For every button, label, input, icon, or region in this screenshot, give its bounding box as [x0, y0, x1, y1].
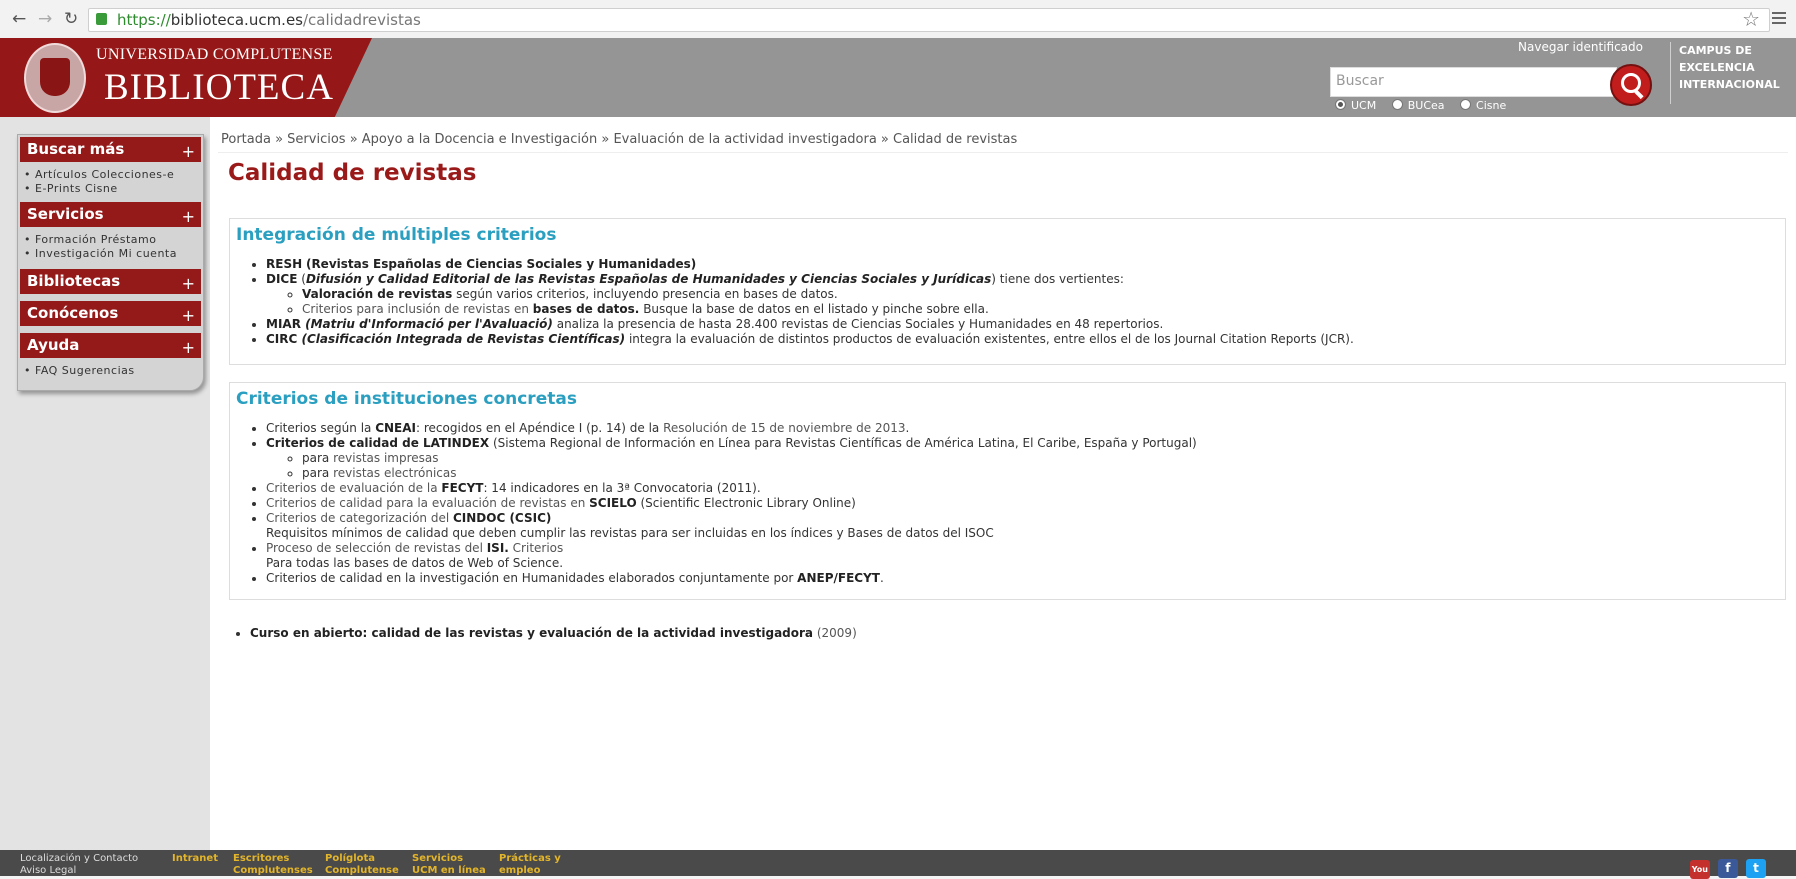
radio-ucm[interactable]: UCM [1335, 99, 1376, 112]
expand-plus-icon[interactable]: + [182, 204, 195, 229]
breadcrumb[interactable]: Portada » Servicios » Apoyo a la Docenci… [221, 132, 1017, 147]
latindex-link[interactable]: LATINDEX [423, 436, 489, 450]
isi-link[interactable]: Proceso de selección de revistas del [266, 541, 487, 555]
escritores-link[interactable]: Escritores Complutenses [233, 853, 313, 877]
criteria-box-multiple: Integración de múltiples criterios RESH … [229, 218, 1786, 365]
radio-bucea[interactable]: BUCea [1391, 99, 1445, 112]
page-title: Calidad de revistas [228, 160, 477, 186]
main-content: Portada » Servicios » Apoyo a la Docenci… [210, 117, 1796, 850]
sidebar-menu: Buscar más + • Artículos Colecciones-e • … [17, 134, 204, 391]
expand-plus-icon[interactable]: + [182, 271, 195, 296]
search-scope-radios: UCM BUCea Cisne [1335, 99, 1518, 112]
sidebar: Buscar más + • Artículos Colecciones-e • … [0, 117, 210, 850]
expand-plus-icon[interactable]: + [182, 335, 195, 360]
site-footer: Localización y Contacto Aviso Legal Intr… [0, 850, 1796, 879]
servicios-ucm-link[interactable]: Servicios UCM en línea [412, 853, 486, 877]
library-name: BIBLIOTECA [104, 67, 334, 108]
forward-arrow-icon[interactable]: → [38, 9, 52, 29]
list-item-miar: MIAR (Matriu d'Informació per l'Avaluaci… [266, 317, 1354, 332]
site-header: UNIVERSIDAD COMPLUTENSE BIBLIOTECA Naveg… [0, 38, 1796, 117]
list-item-anep: Criterios de calidad en la investigación… [266, 571, 1197, 586]
criterios-inclusion-link[interactable]: Criterios para inclusión de revistas en [302, 302, 533, 316]
library-logo[interactable]: UNIVERSIDAD COMPLUTENSE BIBLIOTECA [0, 38, 372, 117]
campus-excelencia-logo[interactable]: CAMPUS DE EXCELENCIA INTERNACIONAL [1670, 42, 1789, 104]
miar-link[interactable]: MIAR [266, 317, 301, 331]
sidebar-links-row[interactable]: • Investigación Mi cuenta [24, 247, 197, 261]
list-subitem: para revistas electrónicas [302, 466, 1197, 481]
fecyt-link[interactable]: Criterios de evaluación de la [266, 481, 441, 495]
bookmark-star-icon[interactable]: ☆ [1742, 7, 1760, 31]
sidebar-links-servicios: • Formación Préstamo • Investigación Mi … [18, 227, 203, 265]
list-item-scielo: Criterios de calidad para la evaluación … [266, 496, 1197, 511]
browser-toolbar: ← → ↻ https://biblioteca.ucm.es/calidadr… [0, 0, 1796, 39]
isi-criterios-link[interactable]: Criterios [509, 541, 564, 555]
university-seal-icon [24, 43, 86, 113]
sidebar-links-row[interactable]: • E-Prints Cisne [24, 182, 197, 196]
list-item-circ: CIRC (Clasificación Integrada de Revista… [266, 332, 1354, 347]
search-button[interactable] [1610, 64, 1652, 106]
sidebar-section-buscar-mas[interactable]: Buscar más + [20, 137, 201, 162]
localizacion-link[interactable]: Localización y Contacto [20, 853, 138, 865]
section-heading: Integración de múltiples criterios [236, 225, 557, 245]
search-input[interactable]: Buscar [1330, 67, 1617, 97]
criteria-box-institutions: Criterios de instituciones concretas Cri… [229, 382, 1786, 600]
list-item-cneai: Criterios según la CNEAI: recogidos en e… [266, 421, 1197, 436]
sidebar-section-ayuda[interactable]: Ayuda + [20, 333, 201, 358]
sidebar-links-row[interactable]: • Formación Préstamo [24, 233, 197, 247]
list-subitem: Valoración de revistas según varios crit… [302, 287, 1354, 302]
sidebar-links-ayuda: • FAQ Sugerencias [18, 358, 203, 382]
revistas-electronicas-link[interactable]: revistas electrónicas [333, 466, 456, 480]
sidebar-links-row[interactable]: • FAQ Sugerencias [24, 364, 197, 378]
list-item-latindex: Criterios de calidad de LATINDEX (Sistem… [266, 436, 1197, 481]
expand-plus-icon[interactable]: + [182, 139, 195, 164]
lock-icon [96, 13, 107, 25]
list-item-isi: Proceso de selección de revistas del ISI… [266, 541, 1197, 571]
footer-contact: Localización y Contacto Aviso Legal [20, 853, 138, 877]
resolucion-link[interactable]: Resolución de 15 de noviembre de 2013 [663, 421, 905, 435]
list-item-cindoc: Criterios de categorización del CINDOC (… [266, 511, 1197, 541]
revistas-impresas-link[interactable]: revistas impresas [333, 451, 438, 465]
sidebar-links-row[interactable]: • Artículos Colecciones-e [24, 168, 197, 182]
navegar-identificado-link[interactable]: Navegar identificado [1518, 40, 1643, 54]
dice-link[interactable]: DICE [266, 272, 297, 286]
resh-link[interactable]: RESH [266, 257, 302, 271]
sidebar-section-bibliotecas[interactable]: Bibliotecas + [20, 269, 201, 294]
search-placeholder: Buscar [1336, 73, 1384, 89]
back-arrow-icon[interactable]: ← [12, 9, 26, 29]
facebook-icon[interactable]: f [1717, 859, 1738, 878]
expand-plus-icon[interactable]: + [182, 303, 195, 328]
sidebar-section-conocenos[interactable]: Conócenos + [20, 301, 201, 326]
list-subitem: para revistas impresas [302, 451, 1197, 466]
practicas-link[interactable]: Prácticas y empleo [499, 853, 561, 877]
poliglota-link[interactable]: Políglota Complutense [325, 853, 399, 877]
list-subitem: Criterios para inclusión de revistas en … [302, 302, 1354, 317]
twitter-icon[interactable]: t [1746, 859, 1766, 878]
course-list: Curso en abierto: calidad de las revista… [232, 626, 857, 640]
list-item-resh: RESH (Revistas Españolas de Ciencias Soc… [266, 257, 1354, 272]
sidebar-section-servicios[interactable]: Servicios + [20, 202, 201, 227]
circ-link[interactable]: CIRC [266, 332, 297, 346]
radio-cisne[interactable]: Cisne [1460, 99, 1506, 112]
list-item-fecyt: Criterios de evaluación de la FECYT: 14 … [266, 481, 1197, 496]
address-bar[interactable]: https://biblioteca.ucm.es/calidadrevista… [88, 8, 1770, 32]
browser-menu-icon[interactable] [1772, 12, 1786, 27]
list-item-dice: DICE (Difusión y Calidad Editorial de la… [266, 272, 1354, 317]
anep-fecyt-link[interactable]: ANEP/FECYT [797, 571, 880, 585]
reload-icon[interactable]: ↻ [64, 9, 78, 29]
valoracion-link[interactable]: Valoración de revistas [302, 287, 452, 301]
university-name: UNIVERSIDAD COMPLUTENSE [96, 46, 333, 63]
section-heading: Criterios de instituciones concretas [236, 389, 577, 409]
aviso-legal-link[interactable]: Aviso Legal [20, 865, 138, 877]
scielo-link[interactable]: Criterios de calidad para la evaluación … [266, 496, 589, 510]
sidebar-links-buscar: • Artículos Colecciones-e • E-Prints Cis… [18, 162, 203, 200]
course-link[interactable]: Curso en abierto: calidad de las revista… [250, 626, 813, 640]
url-text: https://biblioteca.ucm.es/calidadrevista… [117, 11, 421, 29]
intranet-link[interactable]: Intranet [172, 853, 218, 865]
list-item-course: Curso en abierto: calidad de las revista… [250, 626, 857, 640]
cindoc-link[interactable]: Criterios de categorización del [266, 511, 453, 525]
youtube-icon[interactable]: You [1689, 860, 1710, 879]
